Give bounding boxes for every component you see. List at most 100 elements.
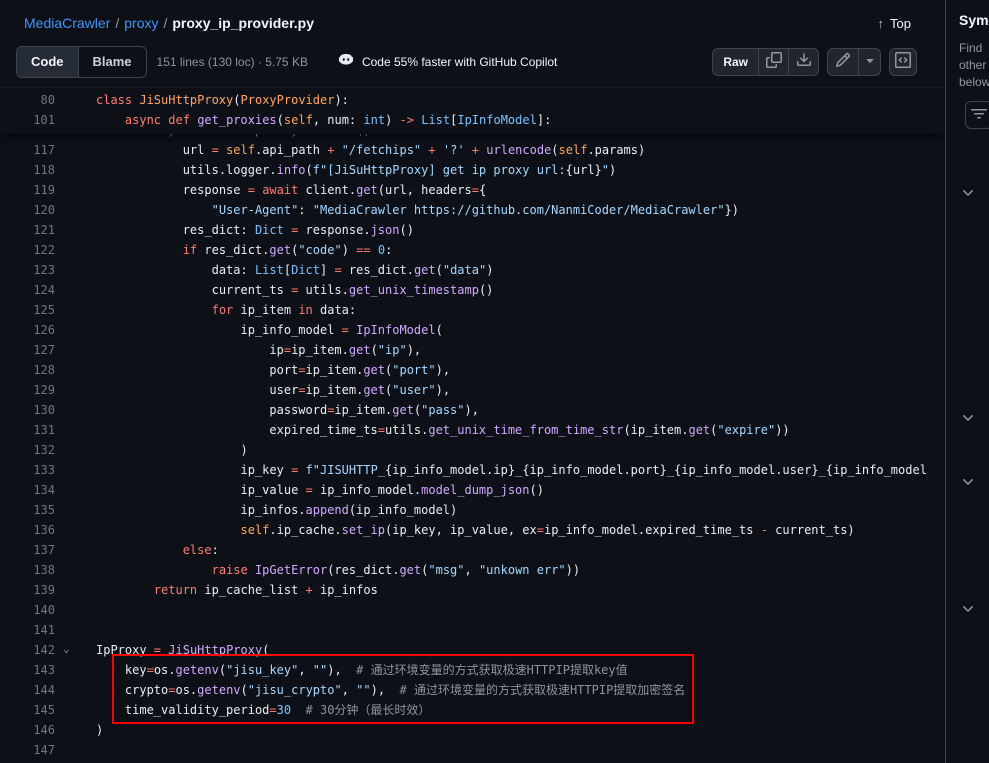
code-token: ProxyProvider (241, 93, 335, 107)
code-token: + (428, 143, 435, 157)
line-number[interactable]: 144 (0, 680, 55, 700)
line-number[interactable]: 135 (0, 500, 55, 520)
code-token: get_unix_time_from_time_str (428, 423, 623, 437)
code-token: ) (385, 113, 399, 127)
file-meta-info: 151 lines (130 loc) · 5.75 KB (157, 55, 308, 69)
line-number[interactable]: 121 (0, 220, 55, 240)
breadcrumb-repo-link[interactable]: MediaCrawler (24, 15, 110, 31)
line-number[interactable]: 136 (0, 520, 55, 540)
line-number[interactable]: 137 (0, 540, 55, 560)
code-token (96, 563, 212, 577)
code-token: ip_infos. (96, 503, 306, 517)
symbol-tree-chevron-icon[interactable] (960, 474, 976, 490)
code-token: "expire" (717, 423, 775, 437)
code-token: ) (96, 443, 248, 457)
code-line: 127 ip=ip_item.get("ip"), (0, 340, 945, 360)
code-text: current_ts = utils.get_unix_timestamp() (55, 280, 493, 300)
code-token: = (334, 263, 341, 277)
code-token: get_proxies (197, 113, 276, 127)
line-number[interactable]: 117 (0, 140, 55, 160)
line-number[interactable]: 141 (0, 620, 55, 640)
symbol-tree-chevron-icon[interactable] (960, 410, 976, 426)
line-number[interactable]: 146 (0, 720, 55, 740)
line-number[interactable]: 126 (0, 320, 55, 340)
symbols-panel-toggle-button[interactable] (889, 48, 917, 76)
line-number[interactable]: 145 (0, 700, 55, 720)
line-number[interactable]: 139 (0, 580, 55, 600)
download-raw-file-button[interactable] (788, 49, 818, 75)
tab-blame[interactable]: Blame (78, 47, 146, 77)
code-token: raise (212, 563, 248, 577)
line-number[interactable]: 133 (0, 460, 55, 480)
code-text: key=os.getenv("jisu_key", ""), # 通过环境变量的… (55, 660, 628, 680)
code-token: IpInfoModel (457, 113, 536, 127)
line-number[interactable]: 138 (0, 560, 55, 580)
breadcrumb-folder-link[interactable]: proxy (124, 15, 158, 31)
code-token: = (248, 183, 255, 197)
code-token: else (183, 543, 212, 557)
line-number[interactable]: 123 (0, 260, 55, 280)
tab-code[interactable]: Code (17, 47, 78, 77)
code-line: 101 async def get_proxies(self, num: int… (0, 110, 945, 130)
code-token (436, 143, 443, 157)
line-number[interactable]: 120 (0, 200, 55, 220)
code-token: append (306, 503, 349, 517)
scroll-to-top-button[interactable]: ↑ Top (872, 15, 917, 32)
code-token: # 30分钟（最长时效） (306, 703, 431, 717)
line-number[interactable]: 129 (0, 380, 55, 400)
code-token: ip_item. (334, 403, 392, 417)
copilot-icon (338, 52, 354, 71)
code-token: response. (298, 223, 370, 237)
code-token: json (371, 223, 400, 237)
line-number[interactable]: 119 (0, 180, 55, 200)
line-number[interactable]: 127 (0, 340, 55, 360)
code-token: "user" (392, 383, 435, 397)
edit-options-dropdown-button[interactable] (858, 49, 880, 75)
line-number[interactable]: 124 (0, 280, 55, 300)
code-token: ip_item. (306, 363, 364, 377)
line-number[interactable]: 130 (0, 400, 55, 420)
code-token: "jisu_crypto" (248, 683, 342, 697)
code-token: {ip_info_model.user} (674, 463, 819, 477)
symbol-tree-chevron-icon[interactable] (960, 601, 976, 617)
code-token: "data" (443, 263, 486, 277)
code-text: ip_key = f"JISUHTTP_{ip_info_model.ip}_{… (55, 460, 927, 480)
code-token: IpProxy (96, 643, 154, 657)
line-number[interactable]: 132 (0, 440, 55, 460)
line-number[interactable]: 125 (0, 300, 55, 320)
edit-file-button[interactable] (828, 49, 858, 75)
line-number[interactable]: 80 (0, 90, 55, 110)
code-token: # 通过环境变量的方式获取极速HTTPIP提取加密签名 (400, 683, 686, 697)
code-token: = (342, 323, 349, 337)
line-number[interactable]: 122 (0, 240, 55, 260)
raw-button[interactable]: Raw (713, 49, 758, 75)
line-number[interactable]: 131 (0, 420, 55, 440)
code-token: ip_item. (291, 343, 349, 357)
line-number[interactable]: 142 (0, 640, 55, 660)
copy-raw-content-button[interactable] (758, 49, 788, 75)
code-token: (ip_key, ip_value, ex (385, 523, 537, 537)
symbol-tree-chevron-icon[interactable] (960, 185, 976, 201)
code-square-icon (895, 52, 911, 71)
code-token: ( (436, 263, 443, 277)
code-text: password=ip_item.get("pass"), (55, 400, 479, 420)
fold-chevron-icon[interactable]: ⌄ (63, 639, 70, 659)
code-token: model_dump_json (421, 483, 529, 497)
line-number[interactable]: 143 (0, 660, 55, 680)
code-line: 125 for ip_item in data: (0, 300, 945, 320)
code-line: 145 time_validity_period=30 # 30分钟（最长时效） (0, 700, 945, 720)
line-number[interactable]: 118 (0, 160, 55, 180)
code-text: ) (55, 440, 248, 460)
code-token: Dict (291, 263, 320, 277)
line-number[interactable]: 101 (0, 110, 55, 130)
code-token: Dict (255, 223, 284, 237)
line-number[interactable]: 128 (0, 360, 55, 380)
code-token: () (530, 483, 544, 497)
symbols-filter-button[interactable] (965, 101, 989, 129)
code-line: 139 return ip_cache_list + ip_infos (0, 580, 945, 600)
line-number[interactable]: 140 (0, 600, 55, 620)
line-number[interactable]: 134 (0, 480, 55, 500)
code-token: os. (154, 663, 176, 677)
copilot-banner[interactable]: Code 55% faster with GitHub Copilot (338, 52, 557, 71)
line-number[interactable]: 147 (0, 740, 55, 760)
